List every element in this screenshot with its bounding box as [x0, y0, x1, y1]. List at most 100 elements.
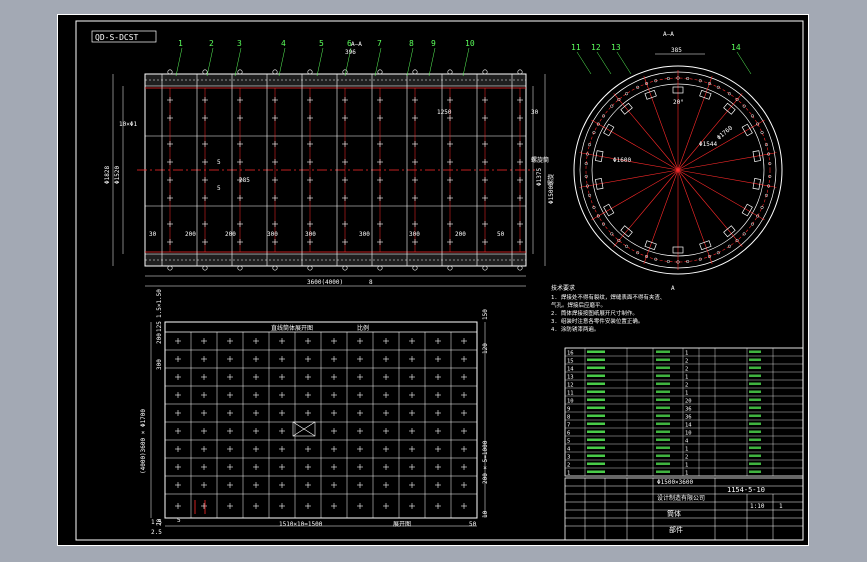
bom-name-12 [587, 446, 605, 449]
bom-table: 16 115 214 213 112 211 110 209 368 367 146 105 44 13 2… [564, 347, 804, 477]
end-angle: 20° [673, 99, 684, 106]
bom-mat-12 [749, 446, 761, 449]
bom-cell-12-0: 4 [567, 447, 571, 453]
balloon-leader-8 [406, 47, 414, 77]
bom-spec-13 [656, 454, 670, 457]
bom-cell-11-4: 4 [685, 439, 689, 445]
bom-cell-10-0: 6 [567, 431, 570, 437]
balloon-14: 14 [731, 43, 741, 52]
bom-cell-9-4: 14 [685, 423, 692, 429]
balloon-8: 8 [409, 39, 414, 48]
notes-line-5: 4. 涂防锈漆两遍。 [551, 325, 599, 333]
title-block-frame [564, 477, 804, 541]
bom-cell-1-4: 2 [685, 359, 688, 365]
plan-left-dim-2: 200 [156, 333, 163, 344]
bom-spec-15 [656, 470, 670, 473]
notes-title: 技术要求 [551, 284, 575, 292]
bom-spec-5 [656, 390, 670, 393]
plan-bottom-dim-4: 2.5 [151, 529, 162, 536]
notes-line-4: 3. 组装时注意各零件安装位置正确。 [551, 317, 643, 325]
dim-top-small: 396 [345, 49, 356, 56]
balloon-11: 11 [571, 43, 581, 52]
pitch-label-6: 300 [409, 231, 420, 238]
cad-drawing: QD-S-DCST 1 2 3 4 5 6 7 8 9 10 Φ1828 Φ1520 Φ1375 … [57, 14, 809, 546]
notes-line-3: 2. 筒体焊接按图纸展开尺寸制作。 [551, 309, 638, 317]
balloon-leader-5 [316, 47, 324, 77]
bom-spec-3 [656, 374, 670, 377]
bom-cell-3-4: 1 [685, 375, 688, 381]
bom-cell-12-4: 1 [685, 447, 688, 453]
bom-mat-1 [749, 358, 761, 361]
bom-spec-6 [656, 398, 670, 401]
section-label: A—A [351, 41, 362, 48]
bom-mat-14 [749, 462, 761, 465]
balloon-4: 4 [281, 39, 286, 48]
pitch-label-7: 200 [455, 231, 466, 238]
dim-bottom-right: 8 [369, 279, 373, 286]
plan-bottom-dim-3: 1510×10=1500 [279, 521, 323, 528]
end-dim-d2: Φ1544 [699, 141, 717, 148]
plan-grid [164, 331, 478, 519]
pitch-label-3: 300 [267, 231, 278, 238]
bom-name-10 [587, 430, 605, 433]
balloon-leader-9 [428, 47, 436, 77]
right-note: 螺旋筒 [531, 156, 549, 164]
bom-cell-14-0: 2 [567, 463, 570, 469]
plan-view: 直线筒体展开图 比例 300 200 125 1.5×1.50 20 (4000… [140, 289, 489, 536]
end-balloons: 11 12 13 14 [571, 43, 752, 75]
bom-spec-4 [656, 382, 670, 385]
bom-cell-0-4: 1 [685, 351, 688, 357]
plan-left-dim-3: 125 [156, 321, 163, 332]
plan-left-total: (4000)3600 × Φ1700 [140, 409, 147, 474]
balloon-10: 10 [465, 39, 475, 48]
bom-cell-2-0: 14 [567, 367, 574, 373]
bom-cell-6-0: 10 [567, 399, 574, 405]
plan-right-dim-1: 150 [482, 309, 489, 320]
rib-label-1: 5 [217, 159, 221, 166]
title-part: 筒体 [667, 509, 681, 518]
end-view: 11 12 13 14 A—A 385 Φ1600 Φ1544 Φ1760 20° A [571, 31, 783, 292]
bom-cell-6-4: 20 [685, 399, 692, 405]
bom-mat-7 [749, 406, 761, 409]
balloon-leader-1 [175, 47, 183, 77]
balloon-leader-4 [278, 47, 286, 77]
end-dim-top: 385 [671, 47, 682, 54]
bom-name-13 [587, 454, 605, 457]
pitch-label-5: 300 [359, 231, 370, 238]
notes-line-2: 气孔。焊接后应磨平。 [551, 301, 606, 309]
bom-spec-2 [656, 366, 670, 369]
bom-mat-0 [749, 350, 761, 353]
liner-bolt-9-2 [666, 259, 670, 264]
bom-name-5 [587, 390, 605, 393]
plan-header-right: 比例 [357, 324, 369, 332]
bom-spec-10 [656, 430, 670, 433]
bom-cell-13-0: 3 [567, 455, 570, 461]
balloon-leader-11 [576, 51, 592, 75]
liner-bolt-6-0 [760, 205, 764, 209]
plan-bottom-dim-1: 1.5 [151, 519, 162, 526]
technical-notes: 技术要求 1. 焊接处不得有裂纹，焊缝表面不得有夹渣、 气孔。焊接后应磨平。 2… [551, 284, 665, 333]
balloon-leader-14 [736, 51, 752, 75]
liner-bolt-1-2 [716, 85, 720, 89]
title-scale: 1:10 [750, 503, 765, 510]
bom-name-9 [587, 422, 605, 425]
bom-mat-6 [749, 398, 761, 401]
bom-spec-7 [656, 406, 670, 409]
dim-left-inner: Φ1520 [114, 166, 121, 184]
balloon-5: 5 [319, 39, 324, 48]
bom-name-4 [587, 382, 605, 385]
bom-name-7 [587, 406, 605, 409]
bom-cell-5-4: 1 [685, 391, 688, 397]
drawing-code: QD-S-DCST [95, 33, 139, 42]
inner-frame [75, 20, 804, 541]
title-company: 设计制造有限公司 [657, 494, 705, 502]
bom-cell-1-0: 15 [567, 359, 574, 365]
liner-bolt-7-2 [727, 244, 731, 248]
title-block: Φ1500×3600 1154-5-10 设计制造有限公司 筒体 部件 1:10… [564, 477, 804, 541]
bom-name-8 [587, 414, 605, 417]
bom-cell-8-4: 36 [685, 415, 692, 421]
bom-spec-0 [656, 350, 670, 353]
end-bottom-mark: A [671, 285, 675, 292]
pitch-label-1: 200 [185, 231, 196, 238]
end-dim-d1: Φ1600 [613, 157, 631, 164]
